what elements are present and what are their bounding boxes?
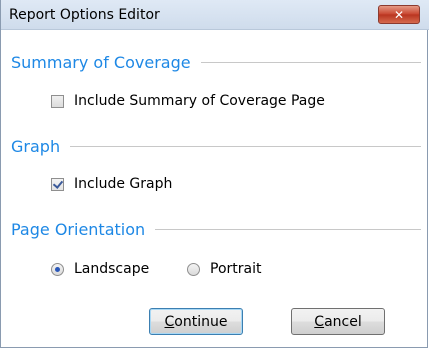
portrait-option[interactable]: Portrait — [187, 261, 261, 277]
cancel-button[interactable]: Cancel — [291, 308, 385, 335]
portrait-radio[interactable] — [187, 262, 200, 276]
summary-section-title: Summary of Coverage — [11, 52, 191, 72]
section-divider — [155, 228, 421, 230]
landscape-option[interactable]: Landscape — [51, 261, 149, 277]
continue-mnemonic: C — [164, 313, 175, 330]
include-summary-checkbox[interactable] — [51, 94, 64, 108]
include-summary-label[interactable]: Include Summary of Coverage Page — [74, 93, 325, 109]
portrait-label[interactable]: Portrait — [210, 261, 261, 277]
landscape-label[interactable]: Landscape — [74, 261, 149, 277]
include-graph-checkbox[interactable] — [51, 177, 64, 191]
window-title: Report Options Editor — [9, 7, 160, 23]
continue-label: ontinue — [174, 313, 228, 330]
cancel-mnemonic: C — [314, 313, 325, 330]
report-options-dialog: Report Options Editor ✕ Summary of Cover… — [0, 0, 429, 348]
summary-section-header: Summary of Coverage — [11, 52, 421, 72]
orientation-section-title: Page Orientation — [11, 219, 146, 239]
section-divider — [200, 61, 421, 63]
landscape-radio[interactable] — [51, 262, 64, 276]
close-button[interactable]: ✕ — [378, 5, 420, 24]
close-icon: ✕ — [393, 7, 405, 22]
graph-section-header: Graph — [11, 136, 421, 156]
include-graph-label[interactable]: Include Graph — [74, 176, 172, 192]
include-graph-option[interactable]: Include Graph — [51, 176, 172, 192]
orientation-section-header: Page Orientation — [11, 219, 421, 239]
continue-button[interactable]: Continue — [149, 308, 243, 335]
include-summary-option[interactable]: Include Summary of Coverage Page — [51, 93, 325, 109]
graph-section-title: Graph — [11, 136, 61, 156]
section-divider — [70, 145, 421, 147]
title-bar[interactable]: Report Options Editor ✕ — [1, 0, 429, 30]
cancel-label: ancel — [324, 313, 362, 330]
